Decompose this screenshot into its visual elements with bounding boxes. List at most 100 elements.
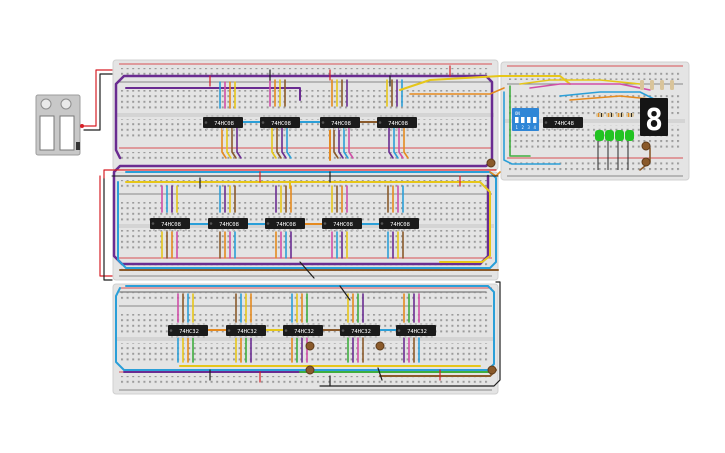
resistor-body bbox=[606, 113, 614, 117]
chip-pin bbox=[338, 128, 341, 130]
chip-pin bbox=[348, 323, 351, 325]
chip-pin bbox=[358, 323, 361, 325]
dip-switch-toggle[interactable] bbox=[533, 117, 537, 123]
chip-row3-4[interactable]: 74HC32 bbox=[340, 323, 380, 338]
chip-pin bbox=[168, 216, 171, 218]
chip-pin bbox=[425, 323, 428, 325]
chip-pin bbox=[409, 336, 412, 338]
led-body bbox=[625, 130, 634, 141]
chip-pin bbox=[186, 336, 189, 338]
chip-row2-1[interactable]: 74HC08 bbox=[150, 216, 190, 231]
chip-pin bbox=[286, 336, 288, 338]
chip-pin bbox=[221, 216, 224, 218]
chip-label: 74HC32 bbox=[237, 329, 257, 335]
chip-pin bbox=[206, 128, 208, 130]
chip-row1-3[interactable]: 74HC08 bbox=[320, 115, 360, 130]
wire-red-power bbox=[83, 69, 113, 127]
chip-row3-3[interactable]: 74HC32 bbox=[283, 323, 323, 338]
wire-junction bbox=[641, 141, 651, 151]
chip-pin bbox=[387, 216, 390, 218]
chip-pin bbox=[250, 323, 253, 325]
dip-switch-toggle[interactable] bbox=[521, 117, 525, 123]
chip-pin bbox=[338, 115, 341, 117]
hole-grid bbox=[121, 90, 490, 111]
dip-switch-toggle[interactable] bbox=[527, 117, 531, 123]
chip-notch bbox=[204, 121, 208, 124]
chip-row2-4[interactable]: 74HC08 bbox=[322, 216, 362, 231]
chip-notch bbox=[341, 329, 345, 332]
led-body bbox=[595, 130, 604, 141]
chip-row1-2[interactable]: 74HC08 bbox=[260, 115, 300, 130]
chip-label: 74HC08 bbox=[161, 222, 181, 228]
chip-notch bbox=[378, 121, 382, 124]
chip-notch bbox=[397, 329, 401, 332]
chip-pin bbox=[211, 115, 214, 117]
circuit-canvas: 74HC08 74HC08 74HC08 74HC08 74HC08 74HC08 74HC… bbox=[35, 59, 690, 395]
chip-label: 74HC08 bbox=[214, 121, 234, 127]
chip-pin bbox=[382, 216, 384, 218]
chip-row3-5[interactable]: 74HC32 bbox=[396, 323, 436, 338]
chip-row1-1[interactable]: 74HC08 bbox=[203, 115, 243, 130]
battery-cell-top bbox=[40, 98, 52, 110]
resistor-body bbox=[596, 113, 604, 117]
chip-pin bbox=[268, 128, 271, 130]
chip-decoder[interactable]: 74HC48 bbox=[543, 115, 583, 130]
chip-pin bbox=[353, 323, 356, 325]
chip-pin bbox=[333, 128, 336, 130]
chip-pin bbox=[278, 229, 281, 231]
chip-label: 74HC08 bbox=[331, 121, 351, 127]
chip-pin bbox=[197, 323, 200, 325]
chip-pin bbox=[390, 115, 393, 117]
chip-row2-2[interactable]: 74HC08 bbox=[208, 216, 248, 231]
battery-cell bbox=[39, 115, 55, 151]
chip-label: 74HC08 bbox=[333, 222, 353, 228]
chip-pin bbox=[237, 115, 240, 117]
chip-pin bbox=[399, 336, 401, 338]
chip-pin bbox=[335, 229, 338, 231]
dip-switch-on-label: ON bbox=[515, 111, 520, 116]
seven-segment-digit: 8 bbox=[645, 103, 663, 138]
chip-notch bbox=[284, 329, 288, 332]
battery-switch[interactable] bbox=[76, 142, 80, 150]
chip-pin bbox=[171, 323, 173, 325]
chip-pin bbox=[278, 128, 281, 130]
chip-pin bbox=[385, 115, 388, 117]
chip-pin bbox=[284, 128, 287, 130]
resistor-body bbox=[616, 113, 624, 117]
chip-row2-5[interactable]: 74HC08 bbox=[379, 216, 419, 231]
chip-pin bbox=[333, 115, 336, 117]
led-body bbox=[615, 130, 624, 141]
dip-switch-toggle[interactable] bbox=[515, 117, 519, 123]
chip-pin bbox=[358, 336, 361, 338]
chip-pin bbox=[268, 115, 271, 117]
chip-pin bbox=[237, 229, 240, 231]
chip-pin bbox=[232, 128, 235, 130]
chip-row1-4[interactable]: 74HC08 bbox=[377, 115, 417, 130]
resistor bbox=[670, 80, 674, 90]
chip-row3-1[interactable]: 74HC32 bbox=[168, 323, 208, 338]
resistor-body bbox=[640, 80, 644, 90]
resistor-band bbox=[631, 113, 632, 117]
chip-pin bbox=[237, 128, 240, 130]
chip-pin bbox=[232, 115, 235, 117]
chip-pin bbox=[369, 323, 372, 325]
chip-row3-2[interactable]: 74HC32 bbox=[226, 323, 266, 338]
chip-pin bbox=[283, 216, 286, 218]
dip-switch[interactable]: ON1 2 3 4 bbox=[512, 108, 539, 131]
chip-pin bbox=[216, 216, 219, 218]
chip-pin bbox=[374, 323, 377, 325]
chip-pin bbox=[387, 229, 390, 231]
wire-junction bbox=[305, 341, 315, 351]
chip-pin bbox=[229, 323, 231, 325]
chip-pin bbox=[340, 229, 343, 231]
chip-pin bbox=[353, 336, 356, 338]
resistor-band bbox=[618, 113, 619, 117]
chip-pin bbox=[273, 229, 276, 231]
chip-pin bbox=[250, 336, 253, 338]
chip-pin bbox=[268, 229, 270, 231]
chip-pin bbox=[226, 229, 229, 231]
chip-row2-3[interactable]: 74HC08 bbox=[265, 216, 305, 231]
chip-pin bbox=[335, 216, 338, 218]
chip-notch bbox=[544, 121, 548, 124]
chip-pin bbox=[340, 216, 343, 218]
